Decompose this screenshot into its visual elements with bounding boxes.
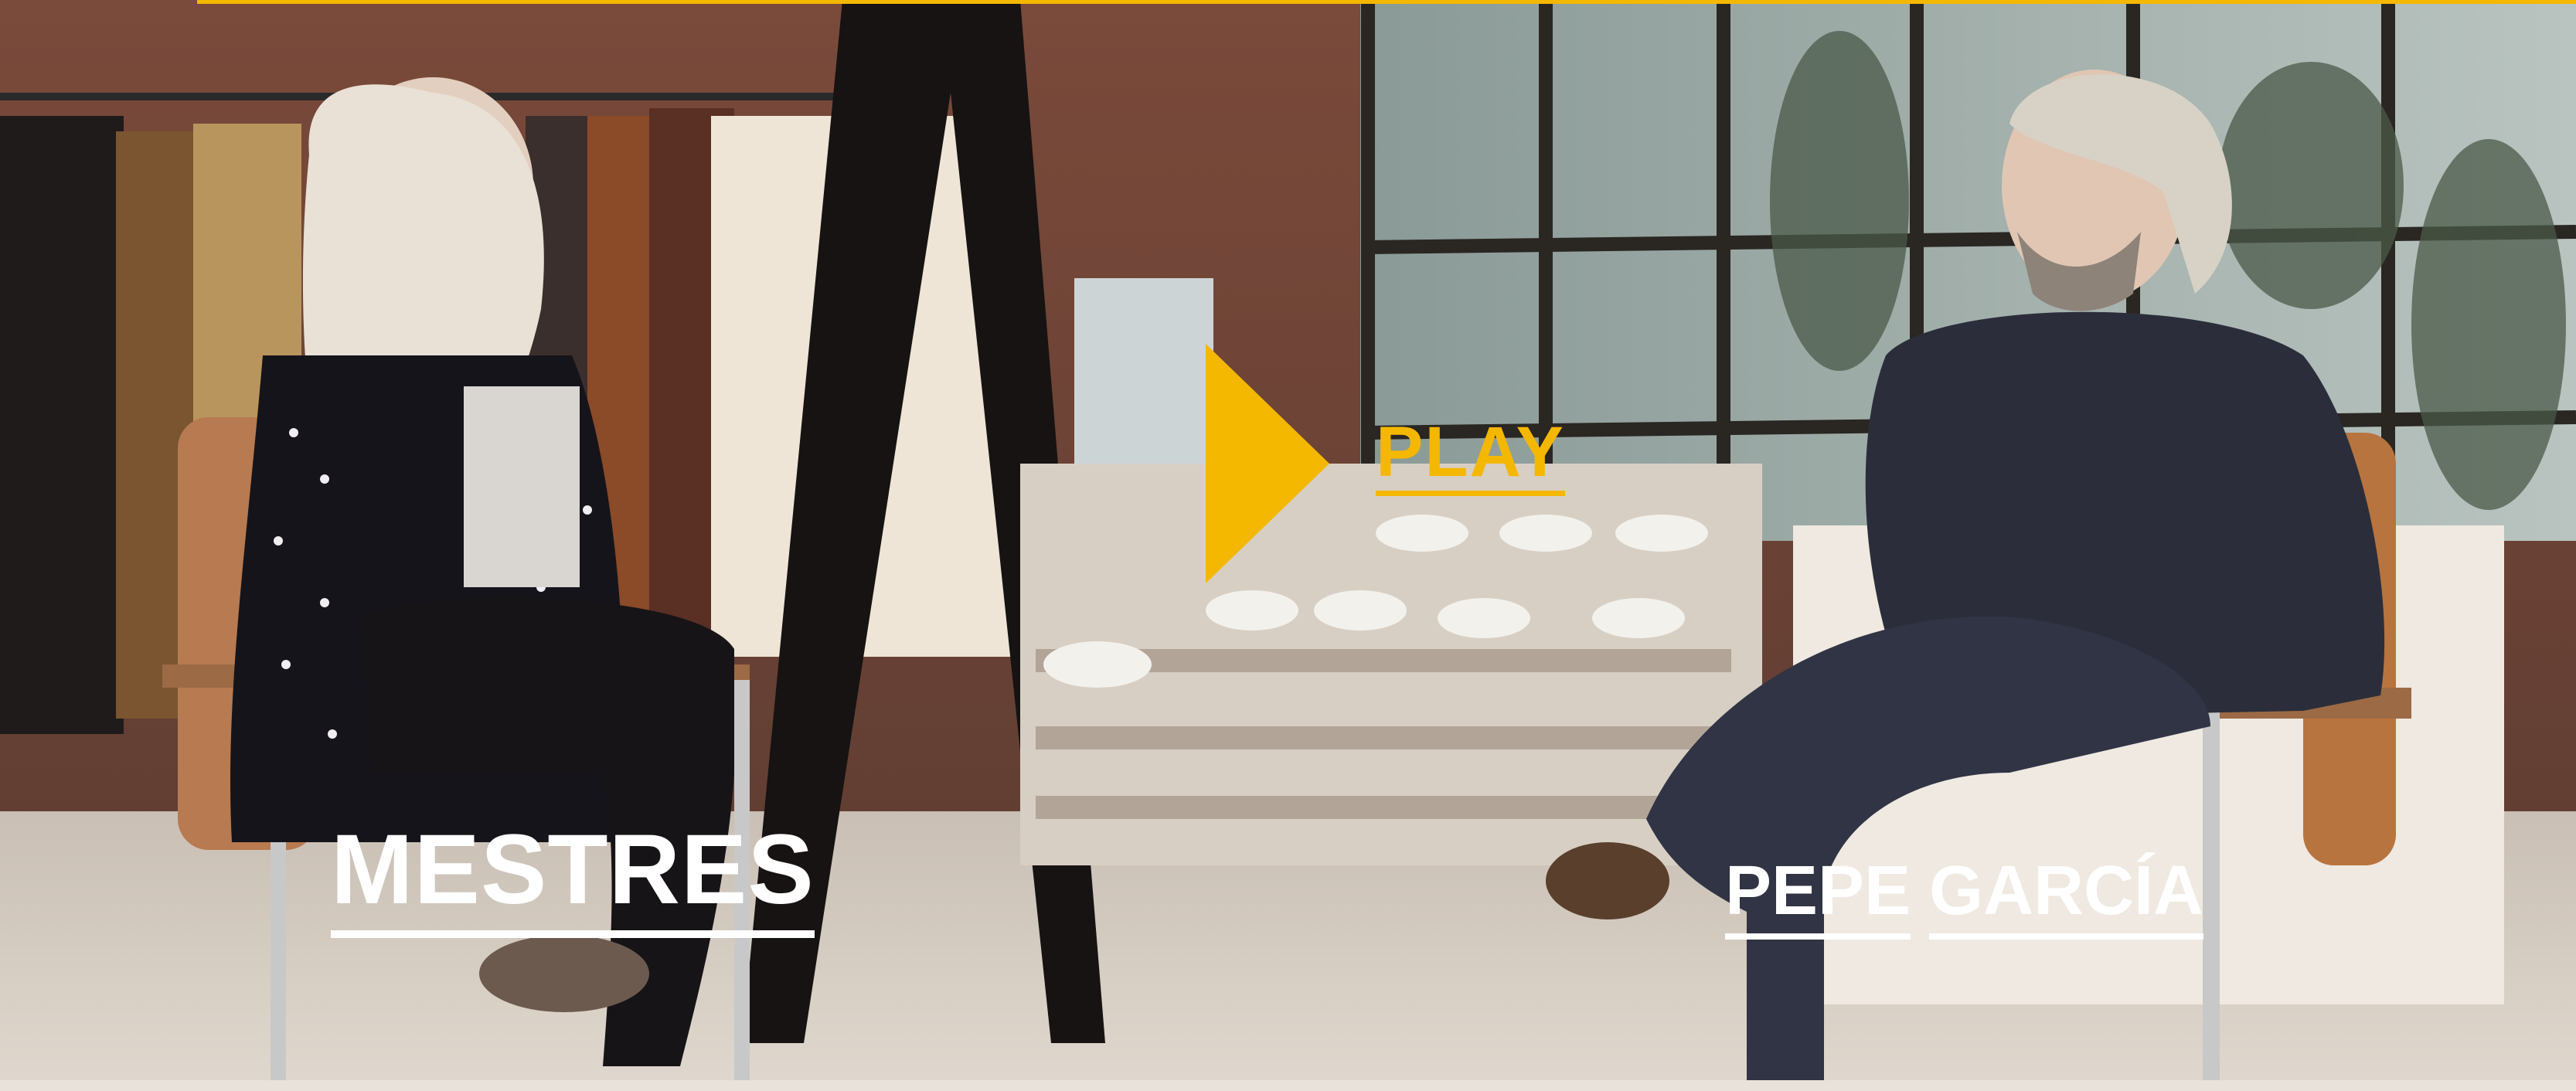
caption-name-right: PEPE GARCÍA (1725, 856, 2204, 940)
caption-name-left: MESTRES (331, 821, 815, 938)
play-label[interactable]: PLAY (1376, 416, 1565, 496)
accent-top-line (197, 0, 2576, 4)
caption-last-name: GARCÍA (1929, 856, 2204, 940)
video-frame[interactable]: PLAY MESTRES PEPE GARCÍA (0, 0, 2576, 1091)
play-button[interactable]: PLAY (1206, 340, 1565, 587)
caption-first-name: PEPE (1725, 856, 1911, 940)
play-triangle-icon[interactable] (1206, 344, 1329, 583)
